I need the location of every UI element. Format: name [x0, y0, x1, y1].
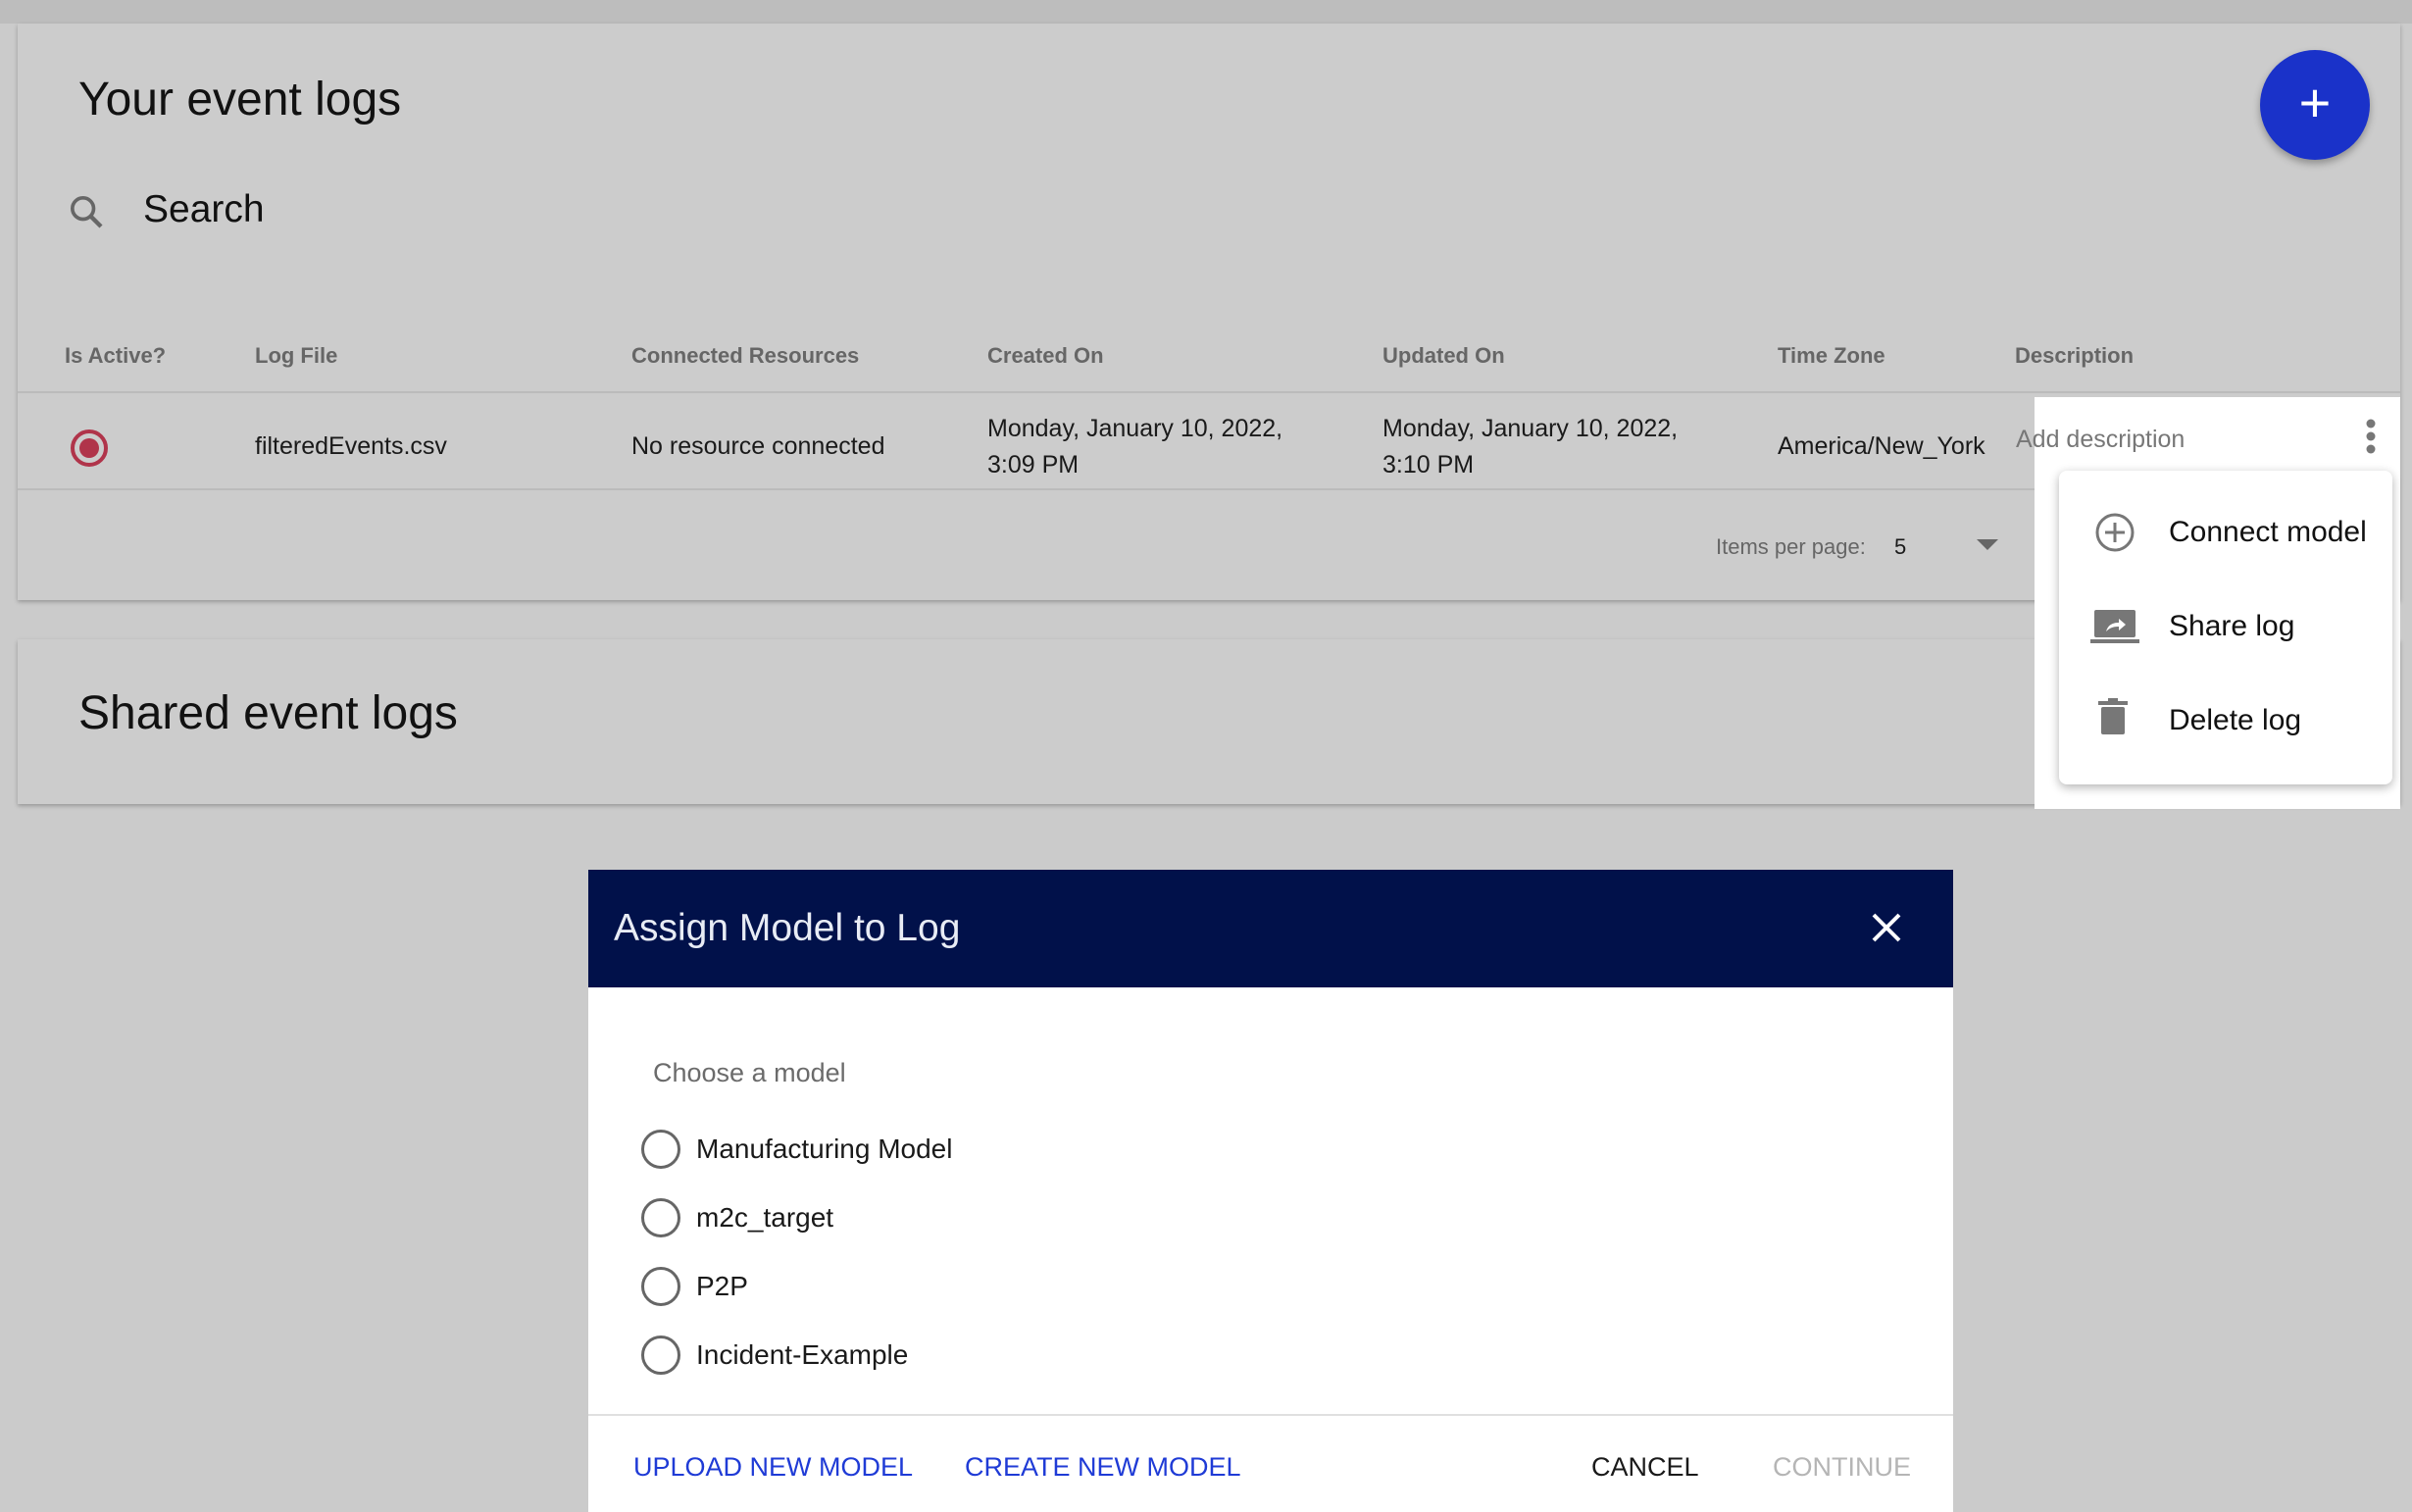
radio-icon[interactable]: [641, 1198, 680, 1237]
menu-item-label: Share log: [2169, 610, 2295, 642]
active-radio[interactable]: [69, 428, 110, 469]
items-per-page-select[interactable]: 5: [1894, 529, 1906, 565]
log-file-cell: filteredEvents.csv: [255, 432, 447, 460]
dialog-title: Assign Model to Log: [614, 907, 961, 949]
share-screen-icon: [2090, 610, 2139, 643]
add-log-button[interactable]: +: [2260, 50, 2370, 160]
option-label: P2P: [696, 1271, 748, 1301]
menu-item-label: Connect model: [2169, 516, 2367, 548]
choose-model-label: Choose a model: [653, 1058, 846, 1087]
col-updated-on[interactable]: Updated On: [1382, 343, 1505, 369]
menu-item-label: Delete log: [2169, 704, 2302, 736]
trash-icon: [2098, 698, 2128, 734]
col-time-zone[interactable]: Time Zone: [1778, 343, 1885, 369]
col-description[interactable]: Description: [2015, 343, 2134, 369]
cancel-button[interactable]: CANCEL: [1591, 1452, 1699, 1483]
add-circle-icon: [2095, 513, 2135, 552]
close-icon[interactable]: [1868, 909, 1905, 946]
menu-item-connect-model[interactable]: Connect model: [2059, 486, 2392, 580]
radio-icon[interactable]: [641, 1267, 680, 1306]
updated-on-line2: 3:10 PM: [1382, 451, 1475, 479]
assign-model-dialog: Assign Model to Log Choose a model Manuf…: [588, 870, 1953, 1512]
radio-icon[interactable]: [641, 1336, 680, 1375]
upload-new-model-button[interactable]: UPLOAD NEW MODEL: [633, 1452, 913, 1483]
search-input[interactable]: Search: [143, 188, 265, 231]
divider: [18, 391, 2400, 393]
items-per-page-label: Items per page:: [1716, 534, 1866, 559]
menu-item-share-log[interactable]: Share log: [2059, 580, 2392, 675]
created-on-line2: 3:09 PM: [987, 451, 1080, 479]
time-zone-cell: America/New_York: [1778, 432, 1985, 460]
col-created-on[interactable]: Created On: [987, 343, 1104, 369]
continue-button[interactable]: CONTINUE: [1773, 1452, 1911, 1483]
option-label: Manufacturing Model: [696, 1134, 953, 1164]
create-new-model-button[interactable]: CREATE NEW MODEL: [965, 1452, 1241, 1483]
radio-icon[interactable]: [641, 1130, 680, 1169]
search-icon[interactable]: [67, 192, 106, 231]
chevron-down-icon[interactable]: [1977, 539, 1998, 551]
shared-logs-title: Shared event logs: [78, 687, 458, 739]
updated-on-cell: Monday, January 10, 2022, 3:10 PM: [1382, 411, 1678, 483]
option-label: m2c_target: [696, 1202, 834, 1233]
col-connected-resources[interactable]: Connected Resources: [631, 343, 859, 369]
backdrop: [0, 0, 2412, 24]
option-label: Incident-Example: [696, 1339, 909, 1370]
more-vert-icon[interactable]: [2365, 419, 2377, 454]
description-input[interactable]: Add description: [2016, 422, 2185, 458]
created-on-line1: Monday, January 10, 2022,: [987, 415, 1283, 442]
row-actions-menu: Connect model Share log Delete log: [2059, 471, 2392, 784]
page-title: Your event logs: [78, 74, 402, 126]
menu-item-delete-log[interactable]: Delete log: [2059, 675, 2392, 769]
col-is-active[interactable]: Is Active?: [65, 343, 166, 369]
connected-resources-cell: No resource connected: [631, 432, 885, 460]
created-on-cell: Monday, January 10, 2022, 3:09 PM: [987, 411, 1282, 483]
divider: [588, 1414, 1953, 1416]
updated-on-line1: Monday, January 10, 2022,: [1382, 415, 1679, 442]
dialog-header: Assign Model to Log: [588, 870, 1953, 987]
col-log-file[interactable]: Log File: [255, 343, 337, 369]
